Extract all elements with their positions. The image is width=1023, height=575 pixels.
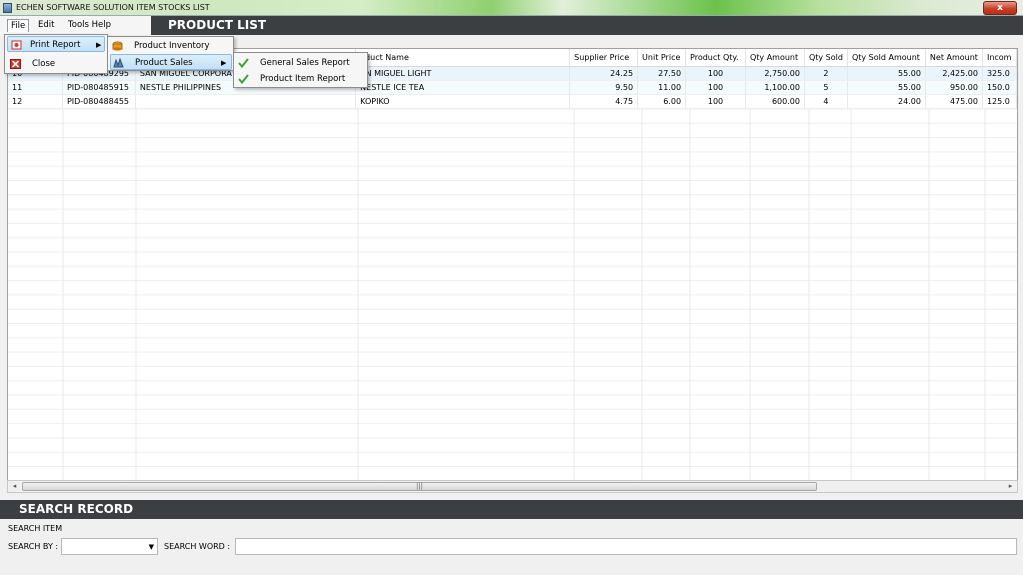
column-header-net-amount[interactable]: Net Amount: [925, 49, 983, 67]
title-bar: ECHEN SOFTWARE SOLUTION ITEM STOCKS LIST…: [0, 0, 1023, 16]
cell-product-name: NESTLE ICE TEA: [355, 80, 571, 95]
product-sales-icon: [113, 58, 124, 68]
column-header-qty-sold[interactable]: Qty Sold: [804, 49, 848, 67]
cell-product-qty: 100: [685, 80, 746, 95]
menu-file[interactable]: File: [7, 19, 29, 32]
close-icon: [10, 59, 21, 69]
product-sales-label: Product Sales: [135, 58, 193, 68]
menu-item-product-item-report[interactable]: Product Item Report: [236, 71, 365, 87]
print-report-submenu: Product Inventory Product Sales ▶: [107, 36, 234, 71]
menu-item-print-report[interactable]: Print Report ▶: [7, 36, 105, 52]
cell-income: 150.0: [982, 80, 1017, 95]
menu-item-product-inventory[interactable]: Product Inventory: [110, 38, 231, 54]
file-menu-dropdown: Print Report ▶ Close: [4, 34, 108, 74]
cell-product-id: PID-080485915: [62, 80, 136, 95]
column-header-product-qty[interactable]: Product Qty.: [685, 49, 746, 67]
column-header-supplier-price[interactable]: Supplier Price: [569, 49, 639, 67]
close-label: Close: [32, 59, 56, 69]
submenu-arrow-icon: ▶: [221, 59, 227, 67]
chevron-down-icon[interactable]: ▼: [149, 543, 154, 551]
cell-net-amount: 950.00: [925, 80, 983, 95]
product-list-header: PRODUCT LIST: [151, 16, 1023, 35]
cell-qty-amount: 1,100.00: [745, 80, 805, 95]
search-record-header: SEARCH RECORD: [0, 500, 1023, 519]
cell-product-name: KOPIKO: [355, 94, 571, 109]
product-sales-submenu: General Sales Report Product Item Report: [233, 52, 368, 88]
menu-edit[interactable]: Edit: [35, 19, 57, 32]
column-header-income[interactable]: Incom: [982, 49, 1017, 67]
cell-supplier-price: 9.50: [569, 80, 639, 95]
scrollbar-thumb[interactable]: |||: [22, 482, 817, 491]
column-header-unit-price[interactable]: Unit Price: [637, 49, 687, 67]
search-title: SEARCH RECORD: [19, 502, 134, 516]
print-report-label: Print Report: [30, 40, 81, 50]
menu-item-close[interactable]: Close: [7, 56, 105, 72]
table-row[interactable]: 12 PID-080488455 KOPIKO 4.75 6.00 100 60…: [8, 94, 1017, 109]
search-word-label: SEARCH WORD :: [164, 542, 231, 551]
menu-item-general-sales-report[interactable]: General Sales Report: [236, 55, 365, 71]
cell-unit-price: 6.00: [637, 94, 687, 109]
cell-product-name: AN MIGUEL LIGHT: [355, 66, 571, 81]
cell-qty-amount: 2,750.00: [745, 66, 805, 81]
cell-qty-sold: 4: [804, 94, 848, 109]
close-button[interactable]: x: [983, 1, 1017, 15]
cell-net-amount: 475.00: [925, 94, 983, 109]
checkmark-icon: [238, 58, 249, 68]
cell-product-qty: 100: [685, 66, 746, 81]
app-icon: [3, 3, 12, 13]
menu-item-product-sales[interactable]: Product Sales ▶: [110, 54, 232, 70]
window-title: ECHEN SOFTWARE SOLUTION ITEM STOCKS LIST: [16, 3, 210, 12]
column-header-product-name[interactable]: oduct Name: [355, 49, 571, 67]
column-header-qty-amount[interactable]: Qty Amount: [745, 49, 805, 67]
page-title: PRODUCT LIST: [168, 18, 267, 32]
checkmark-icon: [238, 74, 249, 84]
cell-product-id: PID-080488455: [62, 94, 136, 109]
cell-unit-price: 27.50: [637, 66, 687, 81]
submenu-arrow-icon: ▶: [96, 41, 102, 49]
scroll-right-arrow-icon[interactable]: ▸: [1004, 481, 1017, 492]
grid-lines: [8, 109, 1017, 492]
cell-supplier-price: 4.75: [569, 94, 639, 109]
cell-income: 125.0: [982, 94, 1017, 109]
product-grid[interactable]: oduct Name Supplier Price Unit Price Pro…: [7, 48, 1018, 493]
cell-net-amount: 2,425.00: [925, 66, 983, 81]
search-by-select[interactable]: ▼: [61, 538, 158, 555]
product-item-report-label: Product Item Report: [260, 74, 346, 84]
scroll-left-arrow-icon[interactable]: ◂: [8, 481, 21, 492]
table-row[interactable]: 11 PID-080485915 NESTLE PHILIPPINES NEST…: [8, 80, 1017, 95]
cell-product-qty: 100: [685, 94, 746, 109]
product-inventory-label: Product Inventory: [134, 41, 210, 51]
cell-qty-sold-amount: 55.00: [847, 66, 926, 81]
cell-qty-sold: 5: [804, 80, 848, 95]
cell-supplier: [135, 94, 357, 109]
cell-qty-sold: 2: [804, 66, 848, 81]
cell-qty-amount: 600.00: [745, 94, 805, 109]
general-sales-report-label: General Sales Report: [260, 58, 350, 68]
search-by-label: SEARCH BY :: [8, 542, 59, 551]
cell-income: 325.0: [982, 66, 1017, 81]
cell-qty-sold-amount: 24.00: [847, 94, 926, 109]
search-item-label: SEARCH ITEM: [8, 524, 63, 533]
cell-id: 11: [8, 80, 63, 95]
search-word-input[interactable]: [235, 538, 1017, 555]
menu-tools-help[interactable]: Tools Help: [65, 19, 114, 32]
print-report-icon: [11, 40, 22, 50]
cell-unit-price: 11.00: [637, 80, 687, 95]
cell-qty-sold-amount: 55.00: [847, 80, 926, 95]
cell-id: 12: [8, 94, 63, 109]
cell-supplier-price: 24.25: [569, 66, 639, 81]
product-inventory-icon: [112, 41, 123, 51]
horizontal-scrollbar[interactable]: ◂ ||| ▸: [7, 480, 1018, 493]
column-header-qty-sold-amount[interactable]: Qty Sold Amount: [847, 49, 926, 67]
